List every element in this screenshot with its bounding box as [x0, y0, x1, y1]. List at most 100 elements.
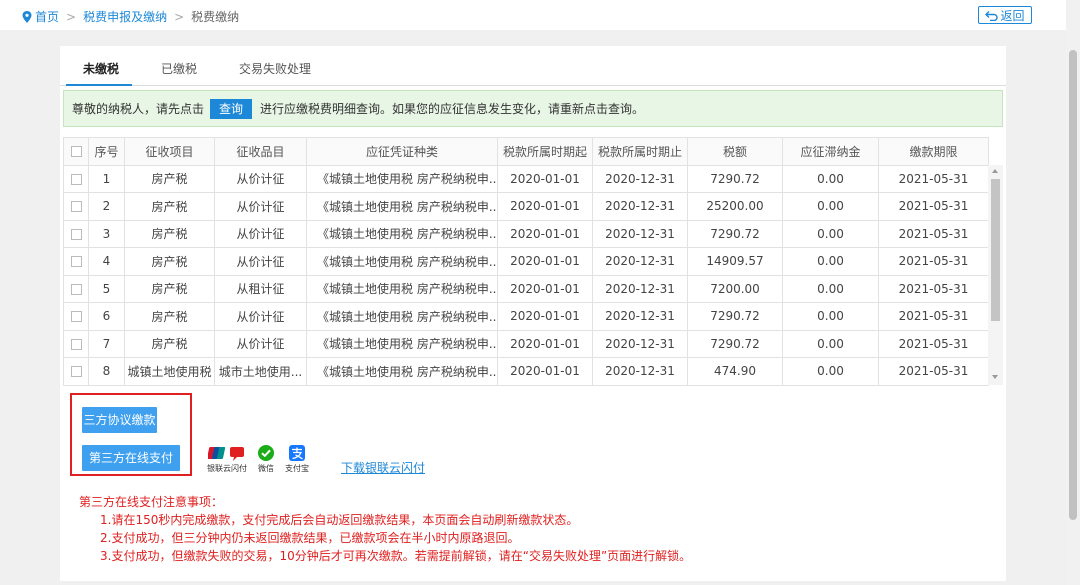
row-checkbox[interactable]: [70, 173, 82, 185]
query-notice: 尊敬的纳税人，请先点击 查询 进行应缴税费明细查询。如果您的应征信息发生变化，请…: [63, 90, 1003, 127]
tab-failed-transactions[interactable]: 交易失败处理: [239, 60, 311, 77]
table-cell: 2020-01-01: [497, 164, 593, 193]
table-row[interactable]: 4 房产税 从价计征 《城镇土地使用税 房产税纳税申... 2020-01-01 2020…: [63, 247, 989, 276]
table-scrollbar[interactable]: [988, 165, 1003, 385]
table-cell: 房产税: [124, 219, 215, 248]
active-tab-indicator: [66, 84, 132, 86]
table-cell: 2020-12-31: [592, 192, 688, 221]
breadcrumb-separator: >: [66, 9, 77, 24]
table-cell: 0.00: [782, 274, 879, 303]
table-cell: 2021-05-31: [878, 274, 989, 303]
table-cell: 7290.72: [687, 329, 783, 358]
row-select-cell[interactable]: [63, 357, 89, 386]
table-cell: 2021-05-31: [878, 192, 989, 221]
tab-paid[interactable]: 已缴税: [161, 60, 197, 77]
table-cell: 从价计征: [214, 302, 307, 331]
table-cell: 14909.57: [687, 247, 783, 276]
table-cell: 2020-01-01: [497, 192, 593, 221]
column-header: 应征凭证种类: [306, 137, 498, 166]
note-item: 2.支付成功，但三分钟内仍未返回缴款结果，已缴款项会在半小时内原路退回。: [100, 531, 520, 545]
back-button[interactable]: 返回: [978, 6, 1032, 24]
table-cell: 2021-05-31: [878, 329, 989, 358]
column-header: 缴款期限: [878, 137, 989, 166]
table-row[interactable]: 5 房产税 从租计征 《城镇土地使用税 房产税纳税申... 2020-01-01 2020…: [63, 274, 989, 303]
row-checkbox[interactable]: [70, 366, 82, 378]
table-cell: 7290.72: [687, 219, 783, 248]
table-cell: 2020-01-01: [497, 247, 593, 276]
note-item: 3.支付成功，但缴款失败的交易，10分钟后才可再次缴款。若需提前解锁，请在“交易…: [100, 549, 692, 563]
table-header-row: 序号 征收项目 征收品目 应征凭证种类 税款所属时期起 税款所属时期止 税额 应…: [63, 137, 989, 166]
page-scrollbar-thumb[interactable]: [1069, 50, 1077, 520]
notes-title: 第三方在线支付注意事项：: [79, 495, 224, 509]
row-checkbox[interactable]: [70, 201, 82, 213]
table-row[interactable]: 2 房产税 从价计征 《城镇土地使用税 房产税纳税申... 2020-01-01 2020…: [63, 192, 989, 221]
row-select-cell[interactable]: [63, 192, 89, 221]
table-cell: 0.00: [782, 219, 879, 248]
breadcrumb-tax-filing[interactable]: 税费申报及缴纳: [83, 8, 167, 25]
alipay-label: 支付宝: [285, 464, 309, 473]
scroll-up-arrow-icon[interactable]: [992, 169, 998, 173]
table-cell: 2021-05-31: [878, 247, 989, 276]
table-cell: 《城镇土地使用税 房产税纳税申...: [306, 329, 498, 358]
select-all-cell[interactable]: [63, 137, 89, 166]
tripartite-payment-button[interactable]: 三方协议缴款: [82, 407, 157, 433]
table-row[interactable]: 7 房产税 从价计征 《城镇土地使用税 房产税纳税申... 2020-01-01 2020…: [63, 329, 989, 358]
query-button[interactable]: 查询: [210, 98, 253, 119]
row-checkbox[interactable]: [70, 256, 82, 268]
tab-unpaid[interactable]: 未缴税: [83, 60, 119, 77]
unionpay-method[interactable]: 银联云闪付: [207, 444, 247, 474]
table-cell: 2020-01-01: [497, 329, 593, 358]
table-cell: 0.00: [782, 357, 879, 386]
row-select-cell[interactable]: [63, 164, 89, 193]
table-cell: 0.00: [782, 247, 879, 276]
table-cell: 房产税: [124, 274, 215, 303]
table-cell: 房产税: [124, 302, 215, 331]
table-cell: 2020-12-31: [592, 274, 688, 303]
table-cell: 从价计征: [214, 329, 307, 358]
table-cell: 2020-12-31: [592, 247, 688, 276]
table-cell: 2020-01-01: [497, 302, 593, 331]
table-cell: 从价计征: [214, 247, 307, 276]
table-cell: 2021-05-31: [878, 357, 989, 386]
column-header: 税款所属时期止: [592, 137, 688, 166]
table-row[interactable]: 3 房产税 从价计征 《城镇土地使用税 房产税纳税申... 2020-01-01 2020…: [63, 219, 989, 248]
wechat-method[interactable]: 微信: [257, 444, 275, 474]
breadcrumb: 首页 > 税费申报及缴纳 > 税费缴纳: [22, 8, 239, 25]
column-header: 序号: [88, 137, 125, 166]
column-header: 征收项目: [124, 137, 215, 166]
table-cell: 从价计征: [214, 219, 307, 248]
table-cell: 从价计征: [214, 192, 307, 221]
row-select-cell[interactable]: [63, 302, 89, 331]
table-cell: 7200.00: [687, 274, 783, 303]
scroll-down-arrow-icon[interactable]: [992, 375, 998, 379]
table-cell: 0.00: [782, 192, 879, 221]
row-checkbox[interactable]: [70, 283, 82, 295]
table-row[interactable]: 8 城镇土地使用税 城市土地使用... 《城镇土地使用税 房产税纳税申... 2020-…: [63, 357, 989, 386]
table-cell: 《城镇土地使用税 房产税纳税申...: [306, 357, 498, 386]
page-scrollbar[interactable]: [1066, 0, 1080, 585]
main-panel: 未缴税 已缴税 交易失败处理 尊敬的纳税人，请先点击 查询 进行应缴税费明细查询…: [60, 46, 1006, 581]
table-row[interactable]: 6 房产税 从价计征 《城镇土地使用税 房产税纳税申... 2020-01-01 2020…: [63, 302, 989, 331]
table-cell: 5: [88, 274, 125, 303]
row-select-cell[interactable]: [63, 274, 89, 303]
table-cell: 2021-05-31: [878, 302, 989, 331]
row-select-cell[interactable]: [63, 247, 89, 276]
table-cell: 从租计征: [214, 274, 307, 303]
alipay-method[interactable]: 支付宝: [285, 444, 309, 474]
table-cell: 《城镇土地使用税 房产税纳税申...: [306, 274, 498, 303]
download-unionpay-link[interactable]: 下载银联云闪付: [341, 459, 425, 476]
table-cell: 房产税: [124, 329, 215, 358]
row-checkbox[interactable]: [70, 338, 82, 350]
table-scrollbar-thumb[interactable]: [991, 179, 1000, 321]
select-all-checkbox[interactable]: [70, 146, 82, 158]
row-checkbox[interactable]: [70, 228, 82, 240]
column-header: 税款所属时期起: [497, 137, 593, 166]
tab-bar: 未缴税 已缴税 交易失败处理: [60, 46, 1006, 86]
row-select-cell[interactable]: [63, 329, 89, 358]
row-checkbox[interactable]: [70, 311, 82, 323]
row-select-cell[interactable]: [63, 219, 89, 248]
breadcrumb-home[interactable]: 首页: [35, 8, 59, 25]
column-header: 税额: [687, 137, 783, 166]
online-payment-button[interactable]: 第三方在线支付: [82, 445, 180, 471]
table-row[interactable]: 1 房产税 从价计征 《城镇土地使用税 房产税纳税申... 2020-01-01 2020…: [63, 164, 989, 193]
